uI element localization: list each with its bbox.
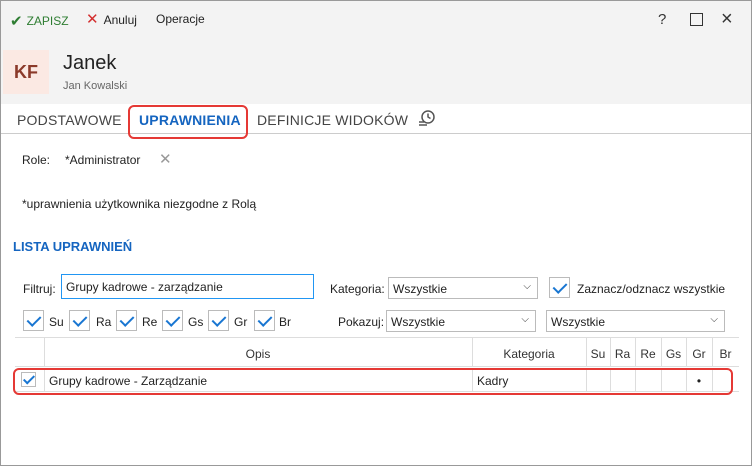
- checkmark-icon: ✔: [10, 13, 23, 30]
- chevron-down-icon: ⌵: [523, 281, 531, 292]
- col-header-ra[interactable]: Ra: [610, 347, 635, 361]
- tab-definicje-widokow[interactable]: DEFINICJE WIDOKÓW: [257, 112, 408, 128]
- save-button[interactable]: ✔ ZAPISZ: [10, 12, 69, 30]
- chevron-down-icon: ⌵: [521, 314, 529, 325]
- user-header: KF Janek Jan Kowalski: [1, 40, 751, 104]
- tab-bar: PODSTAWOWE UPRAWNIENIA DEFINICJE WIDOKÓW: [1, 104, 751, 139]
- user-fullname: Jan Kowalski: [63, 80, 128, 92]
- operations-menu[interactable]: Operacje: [156, 12, 205, 26]
- tab-podstawowe[interactable]: PODSTAWOWE: [17, 112, 122, 128]
- su-label: Su: [49, 315, 64, 329]
- col-header-su[interactable]: Su: [586, 347, 610, 361]
- col-header-gs[interactable]: Gs: [661, 347, 686, 361]
- col-header-kategoria[interactable]: Kategoria: [472, 347, 586, 361]
- br-label: Br: [279, 315, 291, 329]
- save-label: ZAPISZ: [26, 14, 69, 28]
- operations-label: Operacje: [156, 12, 205, 26]
- gr-checkbox[interactable]: [208, 310, 229, 331]
- filter-label: Filtruj:: [23, 282, 56, 296]
- help-button[interactable]: ?: [658, 11, 666, 28]
- category-select[interactable]: Wszystkie ⌵: [388, 277, 538, 299]
- row-highlight: [13, 368, 733, 395]
- tab-uprawnienia[interactable]: UPRAWNIENIA: [139, 112, 241, 128]
- col-header-re[interactable]: Re: [635, 347, 661, 361]
- close-window-icon[interactable]: ×: [721, 8, 733, 31]
- re-checkbox[interactable]: [116, 310, 137, 331]
- show-value: Wszystkie: [391, 315, 445, 329]
- br-checkbox[interactable]: [254, 310, 275, 331]
- toolbar: ✔ ZAPISZ ✕ Anuluj Operacje ? ×: [1, 1, 751, 40]
- permissions-note: *uprawnienia użytkownika niezgodne z Rol…: [22, 197, 257, 211]
- gs-checkbox[interactable]: [162, 310, 183, 331]
- grid-header: Opis Kategoria Su Ra Re Gs Gr Br: [15, 337, 739, 367]
- su-checkbox[interactable]: [23, 310, 44, 331]
- gs-label: Gs: [188, 315, 204, 329]
- close-icon: ✕: [86, 11, 99, 28]
- category-value: Wszystkie: [393, 282, 447, 296]
- col-header-opis[interactable]: Opis: [44, 347, 472, 361]
- chevron-down-icon: ⌵: [710, 314, 718, 325]
- avatar: KF: [3, 50, 49, 94]
- section-title: LISTA UPRAWNIEŃ: [13, 239, 133, 254]
- show-label: Pokazuj:: [338, 315, 385, 329]
- secondary-value: Wszystkie: [551, 315, 605, 329]
- col-header-gr[interactable]: Gr: [686, 347, 712, 361]
- remove-role-icon[interactable]: ✕: [159, 150, 172, 168]
- show-select[interactable]: Wszystkie ⌵: [386, 310, 536, 332]
- gr-label: Gr: [234, 315, 248, 329]
- cancel-label: Anuluj: [103, 12, 137, 27]
- select-all-checkbox[interactable]: [549, 277, 570, 298]
- category-label: Kategoria:: [330, 282, 385, 296]
- roles-value: *Administrator: [65, 153, 141, 167]
- ra-label: Ra: [96, 315, 112, 329]
- maximize-icon[interactable]: [690, 13, 703, 26]
- ra-checkbox[interactable]: [69, 310, 90, 331]
- select-all-label: Zaznacz/odznacz wszystkie: [577, 282, 726, 296]
- filter-input[interactable]: [61, 274, 314, 299]
- col-header-br[interactable]: Br: [712, 347, 739, 361]
- user-name: Janek: [63, 52, 117, 74]
- history-icon[interactable]: [418, 109, 436, 130]
- re-label: Re: [142, 315, 158, 329]
- roles-label: Role:: [22, 153, 51, 167]
- secondary-select[interactable]: Wszystkie ⌵: [546, 310, 725, 332]
- cancel-button[interactable]: ✕ Anuluj: [86, 12, 137, 27]
